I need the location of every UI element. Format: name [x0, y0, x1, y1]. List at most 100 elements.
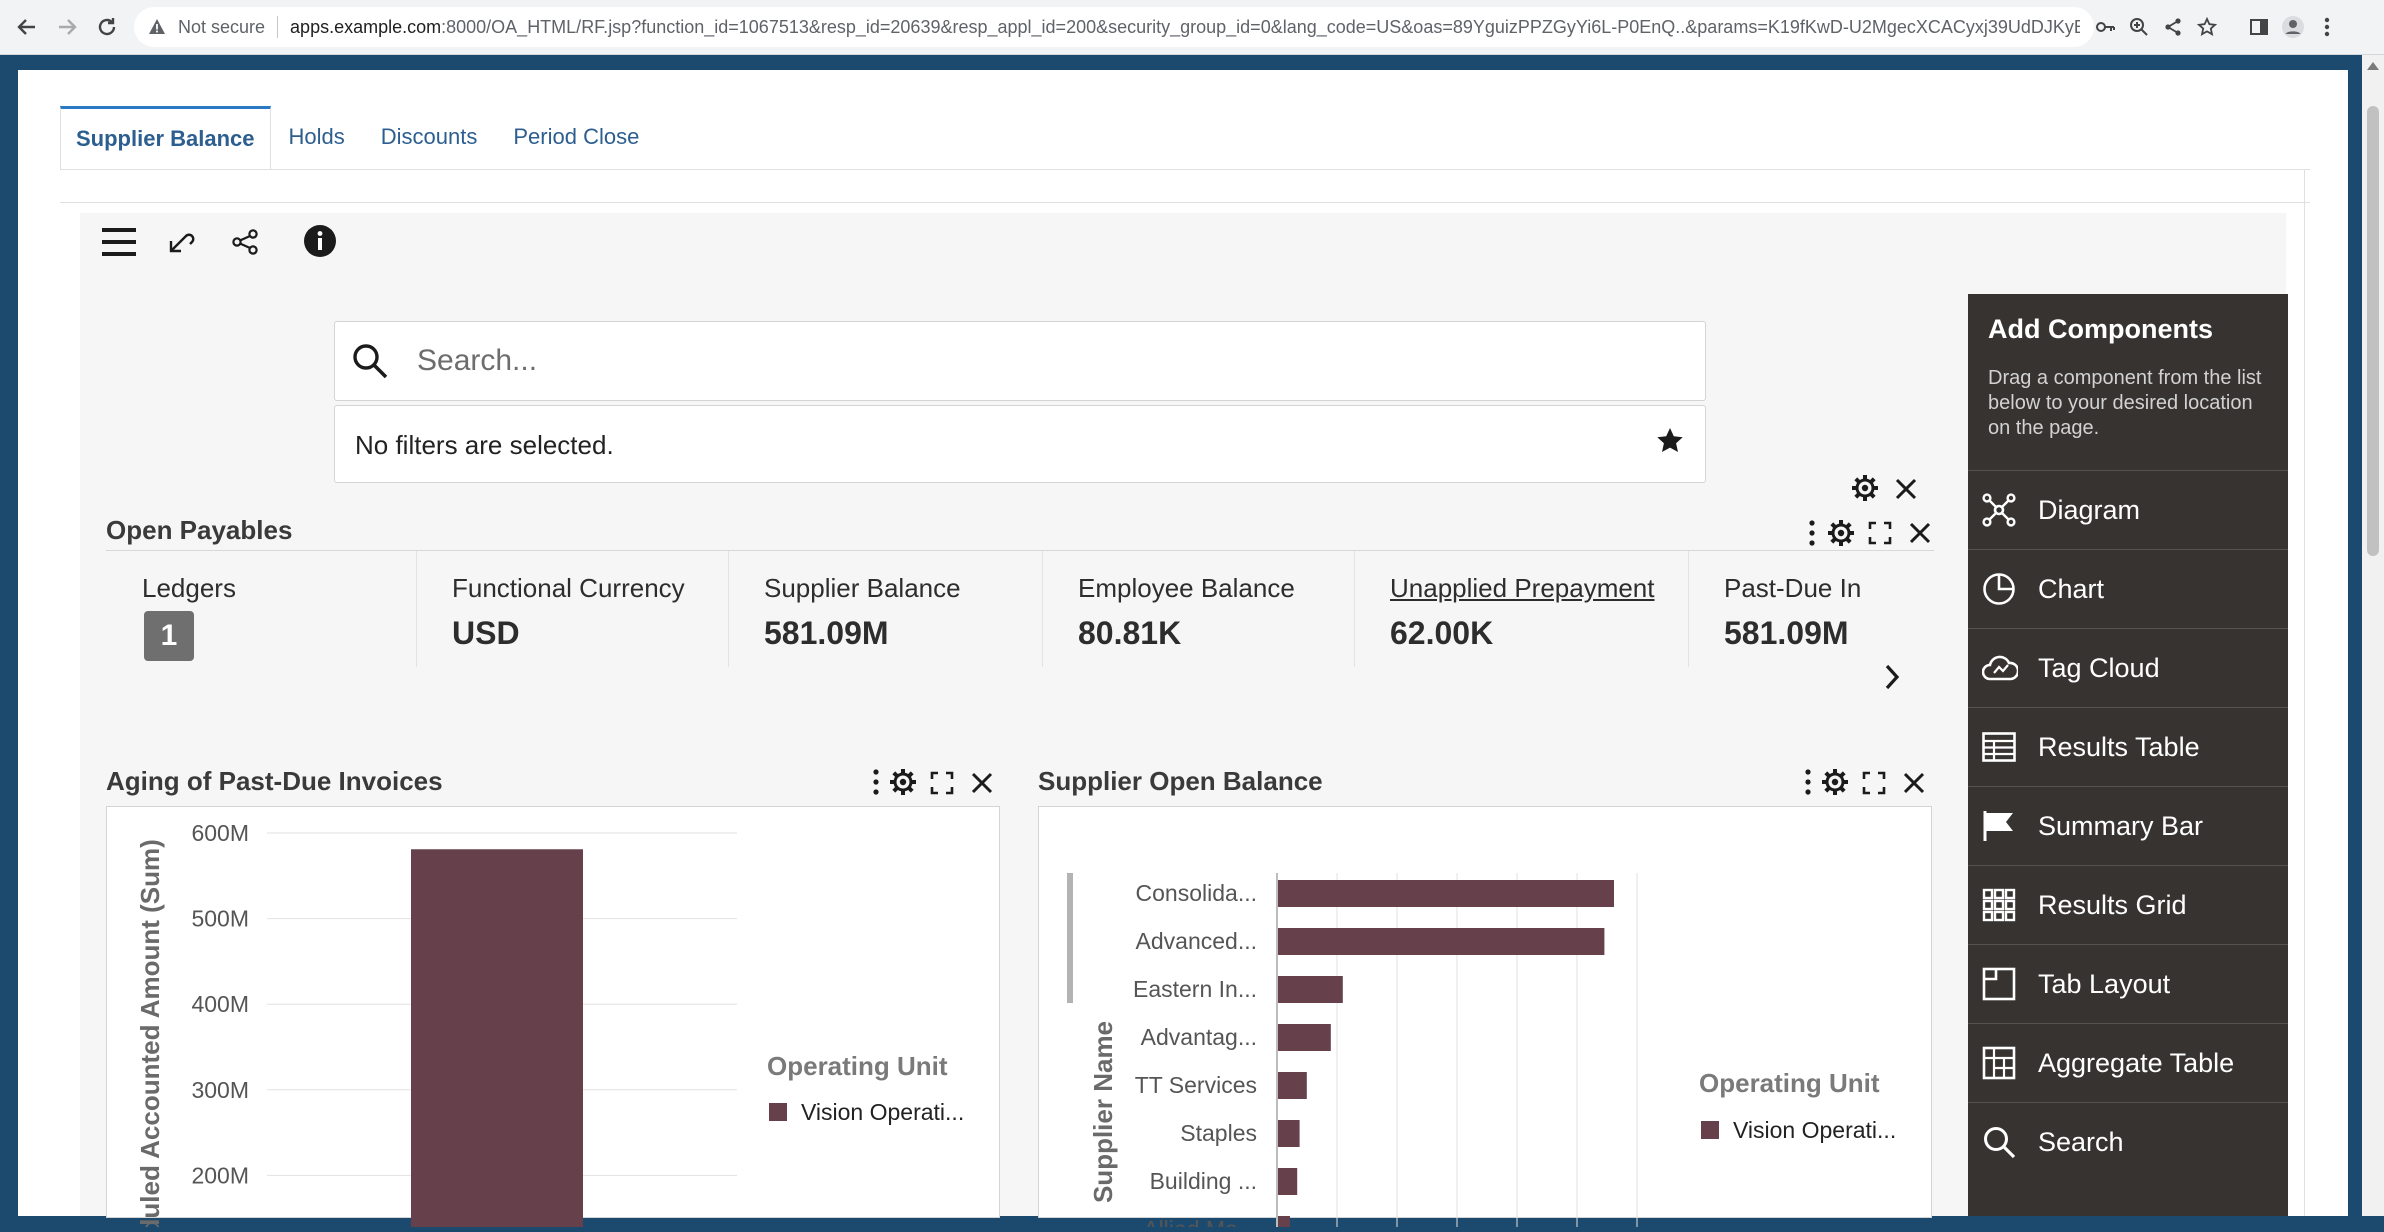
aging-chart-frame: heduled Accounted Amount (Sum) 100M200M3…: [106, 806, 1000, 1232]
aging-legend-title: Operating Unit: [767, 1051, 948, 1081]
summary-cell-employee-balance[interactable]: Employee Balance 80.81K: [1042, 551, 1355, 667]
menu-kebab-icon[interactable]: [2310, 10, 2344, 44]
aging-y-tick-label: 200M: [191, 1162, 249, 1188]
summary-cell-past-due[interactable]: Past-Due In 581.09M: [1688, 551, 1928, 667]
summary-label: Past-Due In: [1724, 573, 1862, 603]
supplier-chart-frame: Supplier Name Consolida... Advanced... Eas…: [1038, 806, 1932, 1232]
favorite-star-icon[interactable]: [1655, 426, 1685, 461]
component-diagram[interactable]: Diagram: [1968, 470, 2288, 549]
summary-cell-functional-currency[interactable]: Functional Currency USD: [416, 551, 729, 667]
summary-label: Functional Currency: [452, 573, 685, 603]
supplier-close-icon[interactable]: [1900, 769, 1928, 797]
component-results-table[interactable]: Results Table: [1968, 707, 2288, 786]
url-path: :8000/OA_HTML/RF.jsp?function_id=1067513…: [441, 16, 2081, 37]
scrollbar-thumb[interactable]: [2367, 106, 2379, 556]
tab-period-close[interactable]: Period Close: [495, 106, 657, 168]
aging-chart-title: Aging of Past-Due Invoices: [106, 766, 443, 796]
share-network-icon[interactable]: [228, 225, 262, 259]
unapplied-prepayment-link[interactable]: Unapplied Prepayment: [1390, 573, 1655, 604]
url-host: apps.example.com: [290, 16, 442, 37]
supplier-bar[interactable]: [1278, 1120, 1300, 1147]
filter-settings-gear-icon[interactable]: [1850, 473, 1880, 503]
summary-bar-icon: [1982, 809, 2038, 843]
component-label: Results Grid: [2038, 889, 2187, 920]
back-button[interactable]: [8, 8, 46, 46]
open-payables-gear-icon[interactable]: [1826, 518, 1856, 548]
component-tab-layout[interactable]: Tab Layout: [1968, 944, 2288, 1023]
summary-next-chevron-icon[interactable]: [1882, 659, 1902, 695]
filter-close-icon[interactable]: [1892, 475, 1920, 503]
aging-y-axis-label: heduled Accounted Amount (Sum): [135, 839, 165, 1227]
component-search[interactable]: Search: [1968, 1102, 2288, 1181]
warning-icon: [148, 18, 166, 36]
results-table-icon: [1982, 732, 2038, 762]
aging-kebab-icon[interactable]: [868, 767, 884, 797]
key-icon[interactable]: [2088, 10, 2122, 44]
supplier-bar[interactable]: [1278, 880, 1614, 907]
ledger-count-badge: 1: [144, 611, 194, 661]
hamburger-menu-icon[interactable]: [100, 223, 138, 261]
supplier-gear-icon[interactable]: [1820, 767, 1850, 797]
aging-close-icon[interactable]: [968, 769, 996, 797]
summary-value: 581.09M: [1724, 615, 1849, 651]
undo-icon[interactable]: [164, 225, 198, 259]
profile-icon[interactable]: [2276, 10, 2310, 44]
summary-cell-unapplied-prepayment[interactable]: Unapplied Prepayment 62.00K: [1354, 551, 1689, 667]
scroll-up-arrow-icon[interactable]: [2367, 62, 2379, 70]
address-bar[interactable]: Not secure apps.example.com:8000/OA_HTML…: [134, 7, 2094, 47]
zoom-icon[interactable]: [2122, 10, 2156, 44]
tab-supplier-balance[interactable]: Supplier Balance: [60, 106, 271, 169]
diagram-icon: [1982, 493, 2038, 527]
supplier-bar[interactable]: [1278, 976, 1343, 1003]
aging-bar[interactable]: [411, 849, 583, 1227]
workspace: No filters are selected. Open Payables: [80, 213, 2286, 1232]
aging-legend-item: Vision Operati...: [801, 1099, 964, 1125]
component-chart[interactable]: Chart: [1968, 549, 2288, 628]
tab-discounts[interactable]: Discounts: [363, 106, 496, 168]
supplier-chart-scroll-indicator[interactable]: [1067, 873, 1073, 1003]
open-payables-kebab-icon[interactable]: [1804, 518, 1820, 548]
component-label: Aggregate Table: [2038, 1047, 2235, 1078]
info-icon[interactable]: [302, 223, 338, 259]
aging-expand-icon[interactable]: [928, 769, 956, 797]
search-input[interactable]: [415, 338, 1679, 384]
summary-bar: Ledgers 1 Functional Currency USD Suppli…: [106, 551, 1934, 671]
component-aggregate-table[interactable]: Aggregate Table: [1968, 1023, 2288, 1102]
component-label: Diagram: [2038, 494, 2141, 525]
supplier-kebab-icon[interactable]: [1800, 767, 1816, 797]
url-separator: [277, 16, 279, 38]
supplier-legend-item: Vision Operati...: [1733, 1117, 1896, 1143]
component-tag-cloud[interactable]: Tag Cloud: [1968, 628, 2288, 707]
share-icon[interactable]: [2156, 10, 2190, 44]
supplier-bar[interactable]: [1278, 1072, 1307, 1099]
open-payables-close-icon[interactable]: [1906, 519, 1934, 547]
supplier-y-axis-label: Supplier Name: [1088, 1021, 1118, 1203]
supplier-bar[interactable]: [1278, 1216, 1290, 1232]
security-label: Not secure: [178, 16, 266, 37]
bookmark-star-icon[interactable]: [2190, 10, 2224, 44]
side-panel-icon[interactable]: [2242, 10, 2276, 44]
component-label: Summary Bar: [2038, 810, 2204, 841]
aging-y-tick-label: 400M: [191, 991, 249, 1017]
summary-value: 581.09M: [764, 615, 889, 651]
page-content: Supplier Balance Holds Discounts Period …: [18, 70, 2348, 1232]
supplier-bar[interactable]: [1278, 1168, 1298, 1195]
browser-toolbar: Not secure apps.example.com:8000/OA_HTML…: [0, 0, 2384, 55]
supplier-bar[interactable]: [1278, 1024, 1331, 1051]
component-results-grid[interactable]: Results Grid: [1968, 865, 2288, 944]
open-payables-expand-icon[interactable]: [1866, 519, 1894, 547]
supplier-expand-icon[interactable]: [1860, 769, 1888, 797]
aging-gear-icon[interactable]: [888, 767, 918, 797]
supplier-y-tick-label: Advanced...: [1136, 928, 1257, 954]
forward-button[interactable]: [48, 8, 86, 46]
component-summary-bar[interactable]: Summary Bar: [1968, 786, 2288, 865]
supplier-y-tick-label: Advantag...: [1141, 1024, 1257, 1050]
supplier-y-tick-label: Staples: [1180, 1120, 1257, 1146]
reload-button[interactable]: [88, 8, 126, 46]
summary-cell-ledgers[interactable]: Ledgers 1: [106, 551, 417, 667]
aging-chart: heduled Accounted Amount (Sum) 100M200M3…: [135, 820, 964, 1232]
tab-holds[interactable]: Holds: [271, 106, 363, 168]
supplier-y-tick-label: Building ...: [1150, 1168, 1257, 1194]
supplier-bar[interactable]: [1278, 928, 1605, 955]
summary-cell-supplier-balance[interactable]: Supplier Balance 581.09M: [728, 551, 1043, 667]
